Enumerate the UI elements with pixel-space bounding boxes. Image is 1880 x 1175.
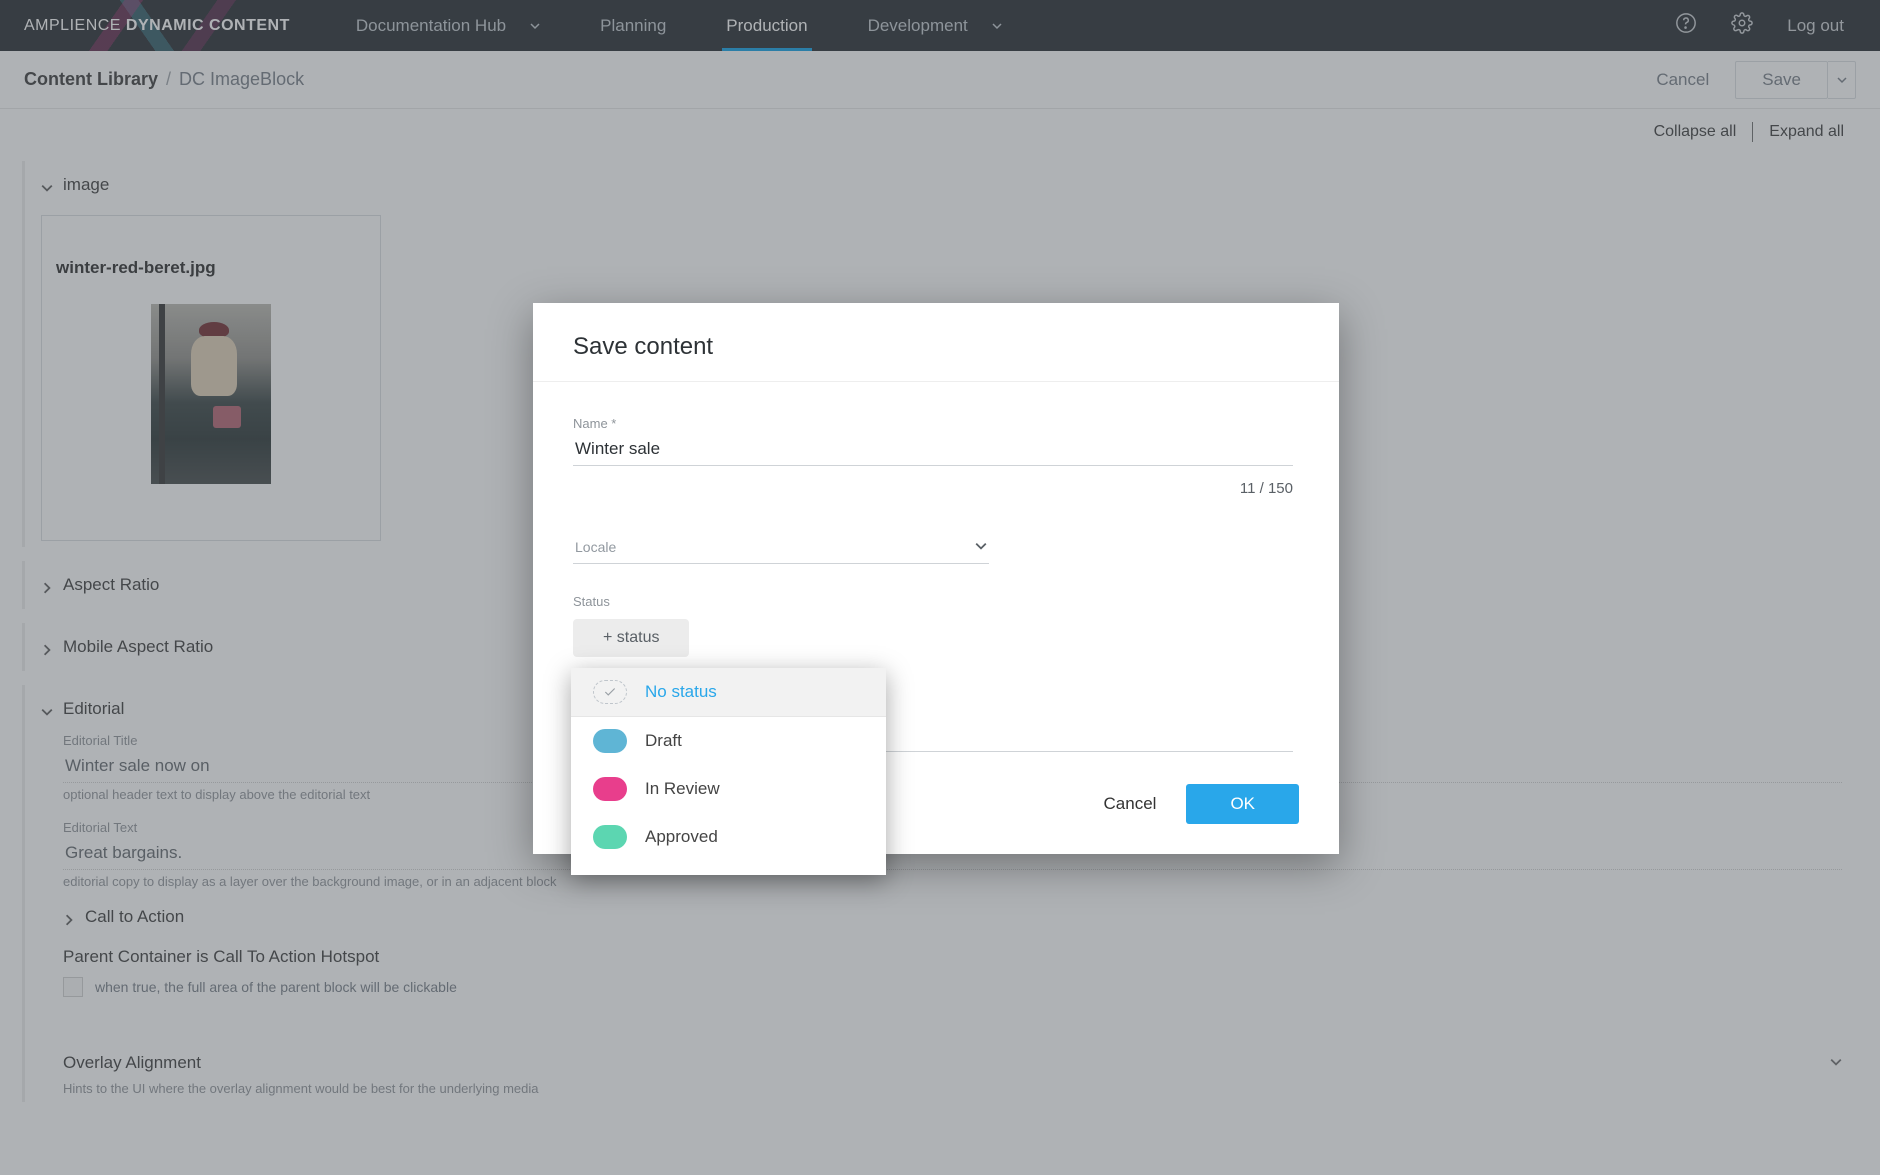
status-option-draft[interactable]: Draft <box>571 717 886 765</box>
modal-name-count: 11 / 150 <box>573 480 1293 497</box>
no-status-icon <box>593 680 627 704</box>
modal-status-wrap: Status + status <box>573 594 1299 657</box>
status-label: Approved <box>645 827 718 847</box>
status-pill-icon <box>593 729 627 753</box>
modal-locale-select[interactable]: Locale <box>573 533 989 564</box>
status-option-in-review[interactable]: In Review <box>571 765 886 813</box>
status-option-none[interactable]: No status <box>571 668 886 717</box>
status-option-approved[interactable]: Approved <box>571 813 886 861</box>
chevron-down-icon <box>975 539 987 555</box>
status-label: In Review <box>645 779 720 799</box>
modal-title: Save content <box>533 303 1339 382</box>
modal-cancel-button[interactable]: Cancel <box>1104 794 1157 814</box>
status-pill-icon <box>593 825 627 849</box>
modal-locale-label: Locale <box>575 539 616 555</box>
modal-name-label: Name * <box>573 416 1299 431</box>
status-pill-icon <box>593 777 627 801</box>
status-dropdown-menu: No status Draft In Review Approved <box>571 668 886 875</box>
modal-ok-button[interactable]: OK <box>1186 784 1299 824</box>
modal-status-chip[interactable]: + status <box>573 619 689 657</box>
modal-status-label: Status <box>573 594 1299 609</box>
status-label: No status <box>645 682 717 702</box>
modal-name-input[interactable] <box>573 433 1293 466</box>
status-label: Draft <box>645 731 682 751</box>
